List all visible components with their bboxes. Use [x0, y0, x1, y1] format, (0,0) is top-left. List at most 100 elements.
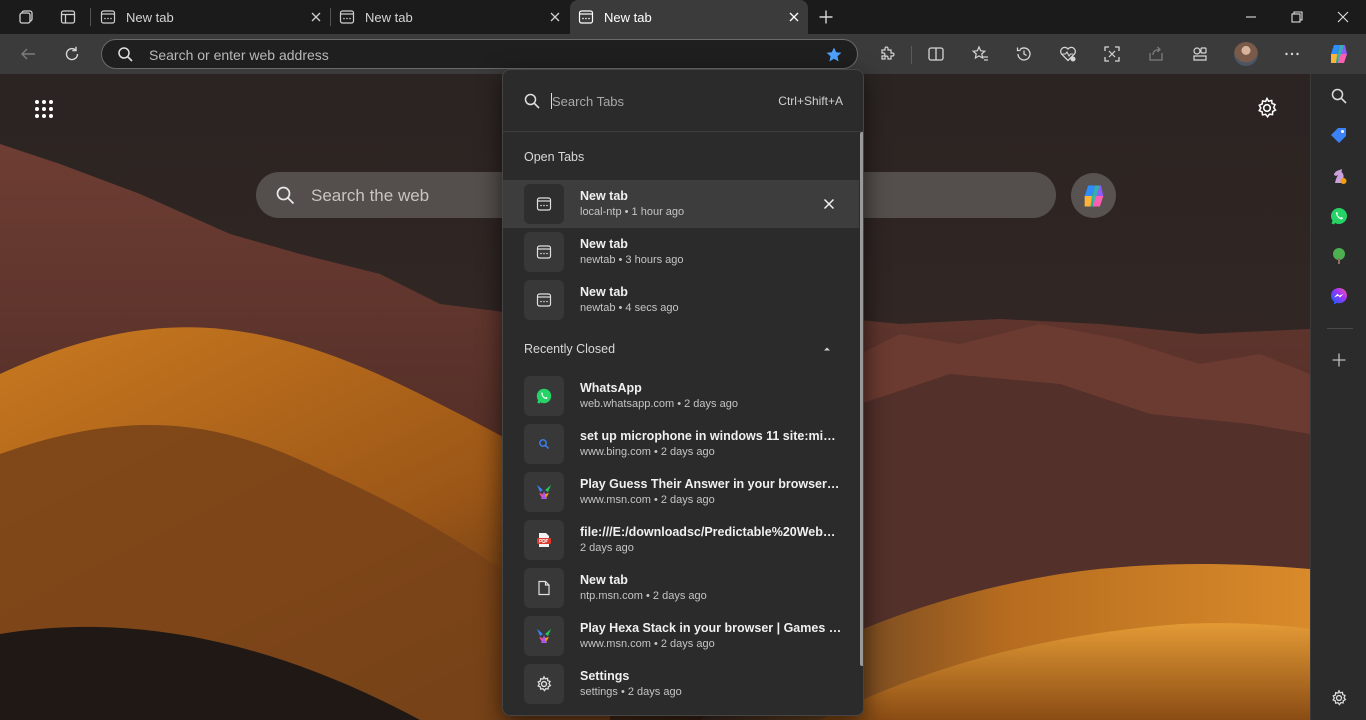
settings-gear-icon	[537, 675, 552, 692]
tab-divider	[90, 8, 91, 26]
chevron-up-icon[interactable]	[821, 343, 833, 355]
search-icon	[524, 93, 540, 109]
close-tab-icon[interactable]	[547, 9, 563, 25]
plus-icon	[1332, 353, 1346, 367]
tab-item-title: New tab	[580, 285, 628, 299]
tab-item-subtitle: ntp.msn.com • 2 days ago	[580, 590, 707, 602]
search-icon	[118, 47, 133, 62]
sidebar-add-button[interactable]	[1327, 348, 1351, 372]
recently-closed-item[interactable]: file:///E:/downloadsc/Predictable%20Web%…	[503, 516, 859, 564]
document-icon	[538, 580, 550, 596]
recently-closed-item[interactable]: Play Guess Their Answer in your browser …	[503, 468, 859, 516]
tab-search-input[interactable]: Search Tabs	[552, 94, 624, 109]
recently-closed-item[interactable]: New tab ntp.msn.com • 2 days ago	[503, 564, 859, 612]
refresh-button[interactable]	[57, 40, 87, 68]
browser-essentials-button[interactable]	[1053, 40, 1083, 68]
page-settings-icon[interactable]	[1255, 96, 1279, 120]
tab-icon-box	[524, 520, 564, 560]
tab-item-subtitle: newtab • 3 hours ago	[580, 254, 684, 266]
favorites-button[interactable]	[965, 40, 995, 68]
browser-tab-1[interactable]: New tab	[92, 0, 330, 34]
recently-closed-item[interactable]: Play Hexa Stack in your browser | Games …	[503, 612, 859, 660]
collections-icon	[1193, 47, 1207, 61]
collections-button[interactable]	[1185, 40, 1215, 68]
close-window-button[interactable]	[1320, 0, 1366, 34]
tab-actions-icon	[60, 10, 76, 24]
sidebar-shopping-button[interactable]	[1327, 124, 1351, 148]
close-icon	[1337, 11, 1349, 23]
messenger-icon	[1331, 288, 1347, 305]
recently-closed-item[interactable]: WhatsApp web.whatsapp.com • 2 days ago	[503, 372, 859, 420]
search-icon	[1331, 88, 1347, 104]
restore-button[interactable]	[1274, 0, 1320, 34]
sidebar-tree-button[interactable]	[1327, 244, 1351, 268]
msn-games-icon	[537, 629, 551, 643]
gear-icon	[1332, 689, 1347, 706]
back-button[interactable]	[13, 40, 43, 68]
vertical-tabs-button[interactable]	[53, 3, 83, 31]
minimize-button[interactable]	[1228, 0, 1274, 34]
apps-launcher-icon[interactable]	[33, 98, 55, 120]
newtab-page-icon	[536, 293, 552, 307]
favorite-star-icon[interactable]	[825, 46, 843, 64]
tab-icon-box	[524, 376, 564, 416]
open-tab-item[interactable]: New tab newtab • 3 hours ago	[503, 228, 859, 276]
browser-tab-3-active[interactable]: New tab	[570, 0, 808, 34]
more-dots-icon	[1285, 52, 1299, 56]
extensions-button[interactable]	[872, 40, 902, 68]
recently-closed-item[interactable]: Settings settings • 2 days ago	[503, 660, 859, 708]
address-bar[interactable]: Search or enter web address	[101, 39, 858, 69]
new-tab-button[interactable]	[811, 3, 841, 31]
edge-sidebar	[1310, 74, 1366, 720]
tab-strip: New tab New tab New tab	[0, 0, 1366, 34]
tab-search-header: Search Tabs Ctrl+Shift+A	[503, 70, 863, 132]
profile-avatar[interactable]	[1234, 42, 1258, 66]
share-icon	[1149, 46, 1163, 61]
history-button[interactable]	[1009, 40, 1039, 68]
sidebar-settings-button[interactable]	[1327, 686, 1351, 710]
tab-item-subtitle: www.msn.com • 2 days ago	[580, 638, 715, 650]
sidebar-whatsapp-button[interactable]	[1327, 204, 1351, 228]
puzzle-piece-icon	[881, 46, 895, 60]
workspaces-button[interactable]	[11, 3, 41, 31]
tab-icon-box	[524, 184, 564, 224]
newtab-page-icon	[100, 10, 116, 24]
tab-item-subtitle: newtab • 4 secs ago	[580, 302, 679, 314]
open-tab-item[interactable]: New tab local-ntp • 1 hour ago	[503, 180, 859, 228]
address-bar-placeholder: Search or enter web address	[149, 47, 329, 63]
screenshot-button[interactable]	[1097, 40, 1127, 68]
close-tab-icon[interactable]	[786, 9, 802, 25]
back-arrow-icon	[21, 48, 35, 60]
sidebar-games-button[interactable]	[1327, 164, 1351, 188]
split-screen-button[interactable]	[921, 40, 951, 68]
scrollbar-thumb[interactable]	[860, 132, 863, 666]
close-tab-icon[interactable]	[821, 196, 837, 212]
sidebar-search-button[interactable]	[1327, 84, 1351, 108]
browser-tab-2[interactable]: New tab	[331, 0, 569, 34]
open-tab-item[interactable]: New tab newtab • 4 secs ago	[503, 276, 859, 324]
tab-item-subtitle: settings • 2 days ago	[580, 686, 682, 698]
tab-item-subtitle: local-ntp • 1 hour ago	[580, 206, 685, 218]
tab-title: New tab	[604, 9, 652, 25]
popup-scrollbar[interactable]	[859, 132, 863, 715]
minimize-icon	[1246, 16, 1256, 18]
close-tab-icon[interactable]	[308, 9, 324, 25]
tab-icon-box	[524, 664, 564, 704]
sidebar-divider	[1327, 328, 1353, 329]
recently-closed-heading: Recently Closed	[524, 342, 616, 356]
heart-pulse-icon	[1060, 46, 1076, 62]
tab-item-subtitle: www.msn.com • 2 days ago	[580, 494, 715, 506]
msn-games-icon	[537, 485, 551, 499]
open-tabs-heading: Open Tabs	[524, 150, 585, 164]
tab-item-title: Settings	[580, 669, 630, 683]
copilot-button[interactable]	[1324, 40, 1354, 68]
recently-closed-item[interactable]: set up microphone in windows 11 site:mic…	[503, 420, 859, 468]
tab-item-title: New tab	[580, 237, 628, 251]
split-screen-icon	[928, 47, 944, 61]
sidebar-messenger-button[interactable]	[1327, 284, 1351, 308]
more-options-button[interactable]	[1277, 40, 1307, 68]
tab-item-title: New tab	[580, 189, 628, 203]
copilot-search-button[interactable]	[1071, 173, 1116, 218]
newtab-page-icon	[536, 197, 552, 211]
share-button[interactable]	[1141, 40, 1171, 68]
